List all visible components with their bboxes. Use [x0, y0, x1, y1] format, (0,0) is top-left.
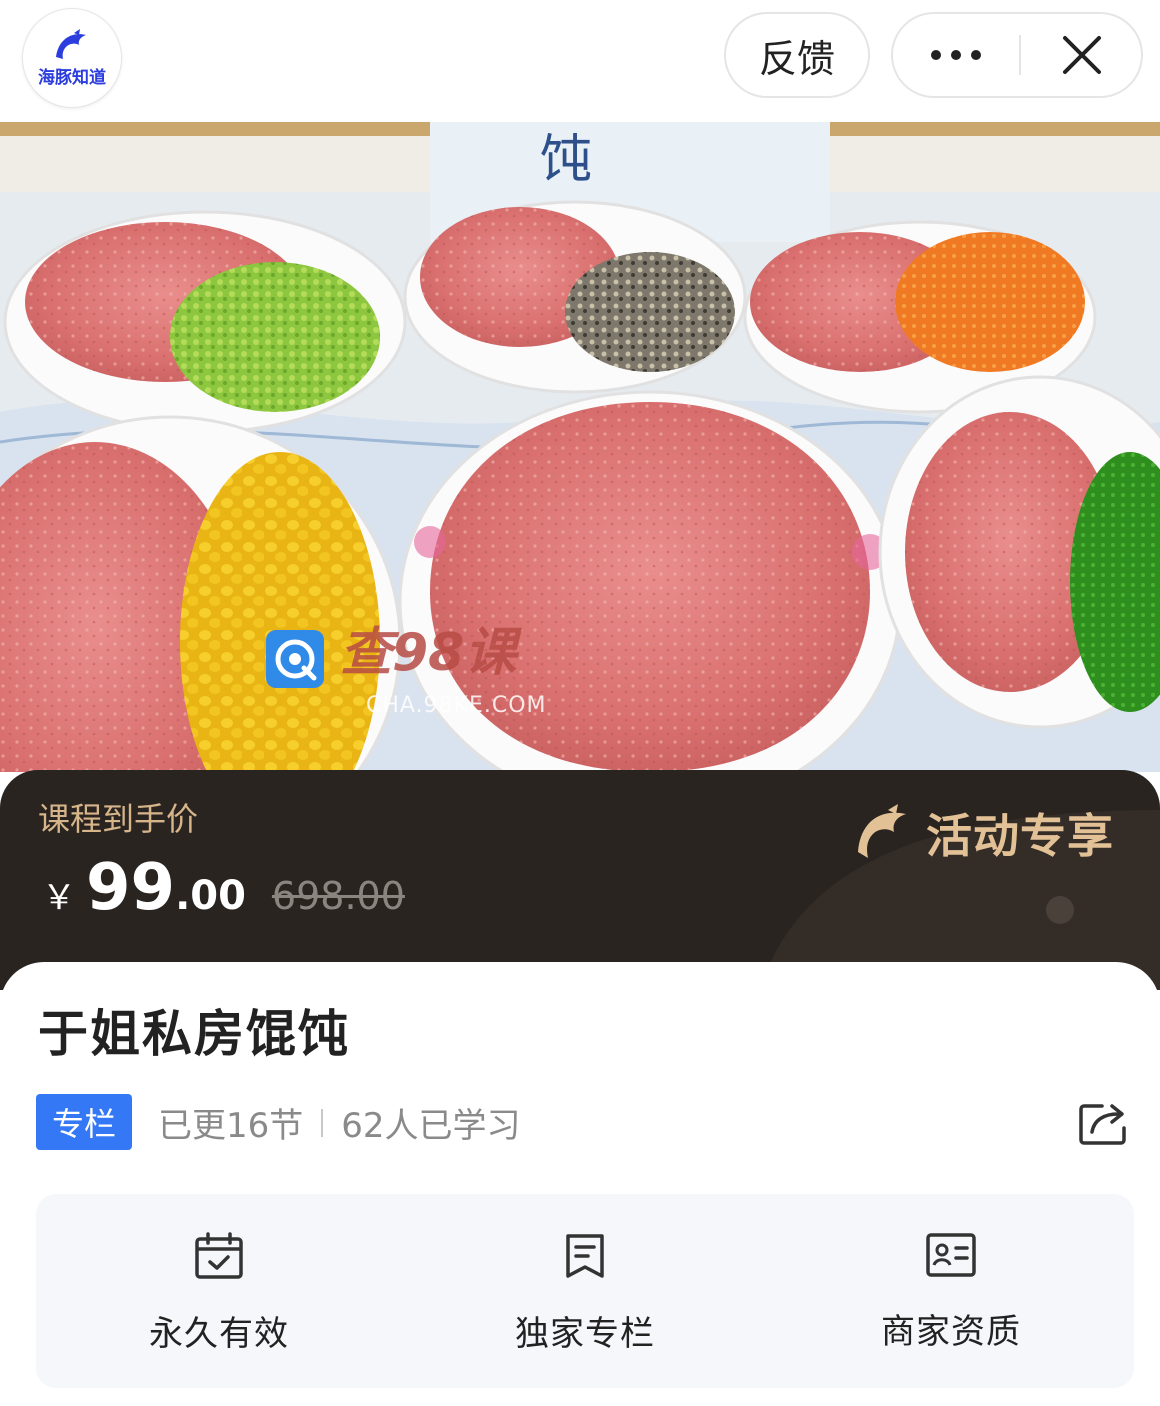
current-price-decimal: .00 — [175, 873, 246, 919]
price-row: ￥ 99 .00 698.00 — [42, 856, 405, 920]
course-info-card: 于姐私房馄饨 专栏 已更16节 62人已学习 永久有效 独家专栏 商家资质 — [0, 962, 1160, 1406]
dolphin-promo-icon — [858, 804, 906, 858]
column-tag: 专栏 — [36, 1094, 132, 1150]
feature-label: 独家专栏 — [515, 1314, 655, 1354]
mini-program-capsule — [891, 12, 1143, 98]
sign-text: 饨 — [540, 130, 592, 190]
share-icon — [1079, 1104, 1126, 1145]
share-button[interactable] — [1078, 1100, 1130, 1150]
feature-label: 永久有效 — [149, 1314, 289, 1354]
watermark-url: CHA.98KE.COM — [366, 693, 547, 718]
logo-text: 海豚知道 — [38, 67, 106, 88]
current-price-integer: 99 — [86, 851, 176, 925]
close-button[interactable] — [1021, 14, 1143, 96]
course-title: 于姐私房馄饨 — [38, 1005, 350, 1063]
feature-label: 商家资质 — [881, 1312, 1021, 1352]
top-bar: 海豚知道 反馈 — [0, 0, 1160, 122]
bookmark-doc-icon — [566, 1234, 604, 1278]
promo-text: 活动专享 — [926, 809, 1114, 863]
watermark-cn: 查98课 — [340, 623, 522, 683]
price-band: 课程到手价 ￥ 99 .00 698.00 活动专享 — [0, 770, 1160, 990]
original-price: 698.00 — [271, 874, 405, 918]
close-icon — [1063, 36, 1101, 74]
feature-qualification[interactable]: 商家资质 — [768, 1194, 1134, 1388]
price-label: 课程到手价 — [38, 800, 199, 838]
more-button[interactable] — [893, 14, 1018, 96]
id-card-icon — [926, 1233, 976, 1277]
updated-count: 已更16节 — [158, 1106, 304, 1146]
more-dots-icon — [930, 50, 981, 60]
app-logo[interactable]: 海豚知道 — [22, 8, 122, 108]
feedback-button[interactable]: 反馈 — [724, 12, 870, 98]
feature-panel: 永久有效 独家专栏 商家资质 — [36, 1194, 1134, 1388]
course-meta: 已更16节 62人已学习 — [158, 1098, 521, 1147]
calendar-check-icon — [195, 1232, 243, 1279]
feature-permanent[interactable]: 永久有效 — [36, 1194, 402, 1388]
learner-count: 62人已学习 — [341, 1106, 521, 1146]
feature-exclusive[interactable]: 独家专栏 — [402, 1194, 768, 1388]
meta-separator — [321, 1108, 324, 1137]
promo-badge: 活动专享 — [852, 800, 1114, 866]
currency-symbol: ￥ — [42, 878, 76, 918]
dolphin-logo-icon — [56, 28, 86, 59]
course-cover-image: 饨 查98课 CHA.98KE.COM — [0, 122, 1160, 772]
food-photo: 饨 查98课 CHA.98KE.COM — [0, 122, 1160, 772]
